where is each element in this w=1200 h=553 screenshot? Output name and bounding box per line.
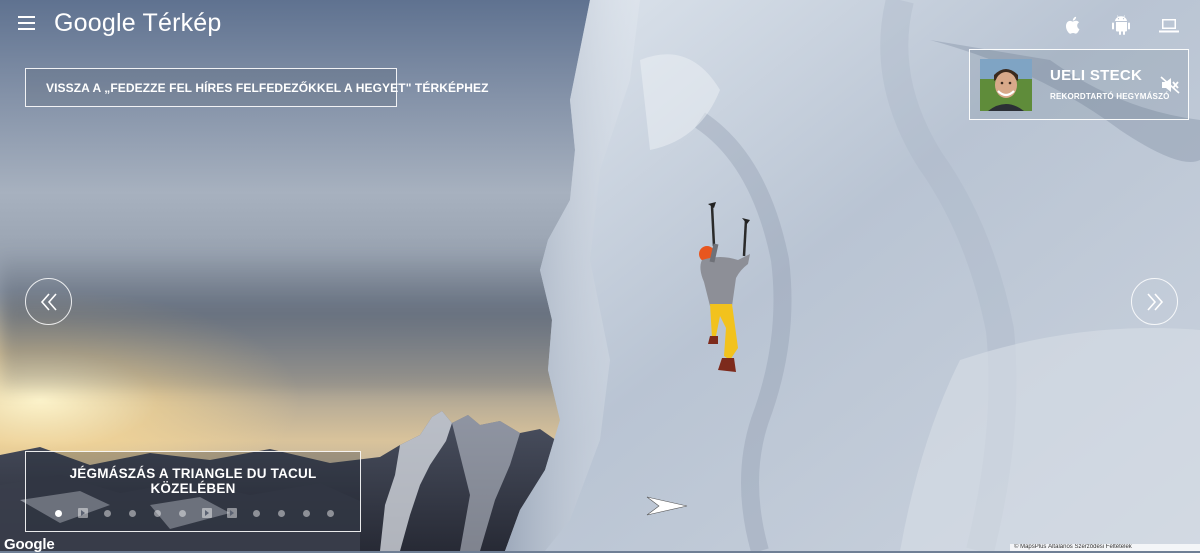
pagination-dot[interactable] [275, 507, 287, 519]
mute-icon[interactable] [1160, 76, 1180, 94]
explorer-role: REKORDTARTÓ HEGYMÁSZÓ [1050, 92, 1170, 101]
laptop-icon[interactable] [1158, 14, 1180, 36]
top-bar: Google Térkép [0, 0, 1200, 50]
back-to-map-button[interactable]: VISSZA A „FEDEZZE FEL HÍRES FELFEDEZŐKKE… [25, 68, 488, 107]
pagination-video-dot[interactable] [226, 507, 238, 519]
pagination-dot[interactable] [151, 507, 163, 519]
pagination-dot[interactable] [126, 507, 138, 519]
scene-title: JÉGMÁSZÁS A TRIANGLE DU TACUL KÖZELÉBEN [69, 466, 317, 496]
google-maps-logo[interactable]: Google Térkép [54, 9, 222, 38]
next-button[interactable] [1131, 278, 1178, 325]
pagination-dot[interactable] [300, 507, 312, 519]
double-chevron-left-icon [40, 292, 57, 311]
attribution[interactable]: © MapsPlus Általános Szerződési Feltétel… [1010, 544, 1200, 551]
pagination-dot[interactable] [102, 507, 114, 519]
pagination-dot[interactable] [52, 507, 64, 519]
pagination-dot[interactable] [176, 507, 188, 519]
google-footer-logo: Google [4, 536, 55, 553]
explorer-name: UELI STECK [1050, 67, 1143, 84]
ice-climber [699, 202, 750, 372]
pagination-dot[interactable] [250, 507, 262, 519]
pagination-video-dot[interactable] [77, 507, 89, 519]
scene-caption-card: JÉGMÁSZÁS A TRIANGLE DU TACUL KÖZELÉBEN [25, 451, 361, 532]
platform-links [1062, 14, 1180, 36]
double-chevron-right-icon [1146, 292, 1163, 311]
pagination-video-dot[interactable] [201, 507, 213, 519]
avatar [980, 59, 1032, 111]
back-to-map-label: VISSZA A „FEDEZZE FEL HÍRES FELFEDEZŐKKE… [46, 80, 489, 95]
move-forward-arrow-icon[interactable] [645, 493, 691, 519]
pagination-dot[interactable] [325, 507, 337, 519]
menu-icon[interactable] [18, 16, 35, 30]
apple-icon[interactable] [1062, 14, 1084, 36]
android-icon[interactable] [1110, 14, 1132, 36]
previous-button[interactable] [25, 278, 72, 325]
explorer-profile-card[interactable]: UELI STECK REKORDTARTÓ HEGYMÁSZÓ [969, 49, 1189, 120]
